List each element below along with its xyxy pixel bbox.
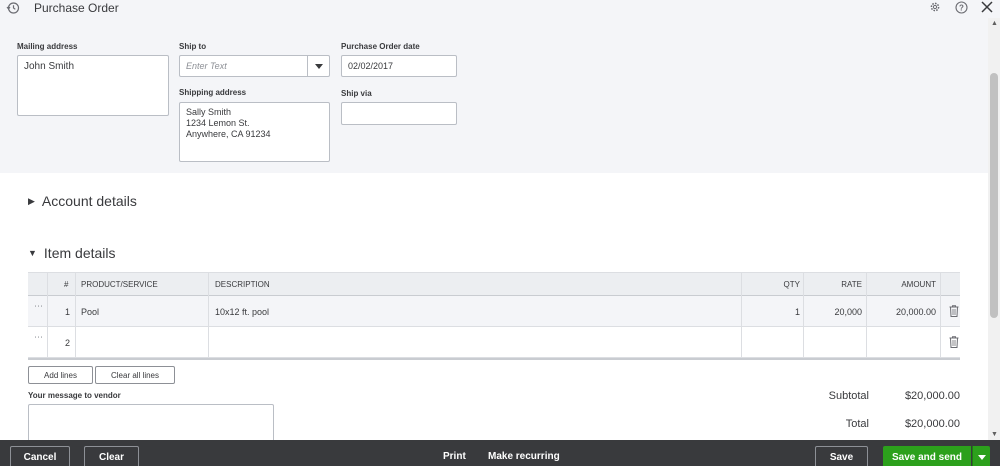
shipping-address-line1: Sally Smith <box>186 107 232 117</box>
triangle-down-icon: ▼ <box>28 248 37 258</box>
row-rate[interactable]: 20,000 <box>834 307 862 317</box>
col-header-amount[interactable]: AMOUNT <box>901 280 936 289</box>
triangle-right-icon: ▶ <box>28 195 35 206</box>
header-form: Mailing address John Smith Ship to Enter… <box>0 18 988 173</box>
trash-icon[interactable] <box>949 305 959 317</box>
cancel-button[interactable]: Cancel <box>10 446 70 466</box>
table-row[interactable]: ⋯ 2 <box>28 327 960 358</box>
shipping-address-line2: 1234 Lemon St. <box>186 118 250 128</box>
ship-via-label: Ship via <box>341 89 372 98</box>
scroll-up-icon[interactable]: ▲ <box>991 20 998 27</box>
scrollbar[interactable]: ▲ ▼ <box>988 18 1000 440</box>
account-details-toggle[interactable]: ▶ Account details <box>28 193 137 209</box>
shipping-address-label: Shipping address <box>179 88 247 97</box>
svg-text:?: ? <box>959 3 964 12</box>
drag-handle-icon[interactable]: ⋯ <box>34 301 43 312</box>
subtotal-value: $20,000.00 <box>904 390 960 402</box>
column-divider <box>741 272 742 359</box>
column-divider <box>208 272 209 359</box>
shipping-address-field[interactable]: Sally Smith 1234 Lemon St. Anywhere, CA … <box>179 102 330 162</box>
drag-handle-icon[interactable]: ⋯ <box>34 332 43 343</box>
message-label: Your message to vendor <box>28 391 121 400</box>
ship-to-placeholder: Enter Text <box>186 61 227 71</box>
column-divider <box>866 272 867 359</box>
mailing-address-field[interactable]: John Smith <box>17 55 169 116</box>
row-description[interactable]: 10x12 ft. pool <box>215 307 269 317</box>
item-details-toggle[interactable]: ▼ Item details <box>28 245 116 261</box>
footer-bar: Cancel Clear Print Make recurring Save S… <box>0 440 1000 466</box>
clear-button[interactable]: Clear <box>84 446 139 466</box>
col-header-qty[interactable]: QTY <box>784 280 800 289</box>
row-amount[interactable]: 20,000.00 <box>896 307 936 317</box>
close-icon[interactable] <box>980 0 994 14</box>
item-details-title: Item details <box>43 245 116 261</box>
row-qty[interactable]: 1 <box>795 307 800 317</box>
save-button[interactable]: Save <box>815 446 868 466</box>
col-header-description[interactable]: DESCRIPTION <box>215 280 270 289</box>
row-num: 1 <box>65 307 71 317</box>
ship-via-field[interactable] <box>341 102 457 125</box>
table-header: # PRODUCT/SERVICE DESCRIPTION QTY RATE A… <box>28 272 960 296</box>
po-date-label: Purchase Order date <box>341 42 420 51</box>
ship-to-select[interactable]: Enter Text <box>179 55 330 77</box>
scroll-down-icon[interactable]: ▼ <box>991 431 998 438</box>
col-header-num: # <box>64 280 69 289</box>
table-bottom-border <box>28 358 960 360</box>
col-header-rate[interactable]: RATE <box>841 280 862 289</box>
scroll-thumb[interactable] <box>990 73 998 318</box>
total-value: $20,000.00 <box>904 418 960 430</box>
add-lines-button[interactable]: Add lines <box>28 366 93 384</box>
column-divider <box>47 272 48 359</box>
chevron-down-icon[interactable] <box>307 56 329 76</box>
row-product[interactable]: Pool <box>81 307 99 317</box>
ship-to-label: Ship to <box>179 42 207 51</box>
mailing-address-value: John Smith <box>24 61 75 72</box>
po-date-field[interactable]: 02/02/2017 <box>341 55 457 77</box>
title-bar: Purchase Order ? <box>0 0 1000 18</box>
column-divider <box>803 272 804 359</box>
page-title: Purchase Order <box>34 1 119 15</box>
row-num: 2 <box>65 338 71 348</box>
gear-icon[interactable] <box>928 0 942 14</box>
print-link[interactable]: Print <box>443 451 466 462</box>
chevron-down-icon[interactable] <box>972 446 990 466</box>
account-details-title: Account details <box>41 193 137 209</box>
total-label: Total <box>845 418 869 430</box>
column-divider <box>75 272 76 359</box>
table-row[interactable]: ⋯ 1 Pool 10x12 ft. pool 1 20,000 20,000.… <box>28 296 960 327</box>
column-divider <box>940 272 941 359</box>
trash-icon[interactable] <box>949 336 959 348</box>
save-and-send-button[interactable]: Save and send <box>883 446 971 466</box>
make-recurring-link[interactable]: Make recurring <box>488 451 560 462</box>
clear-all-lines-button[interactable]: Clear all lines <box>95 366 175 384</box>
mailing-address-label: Mailing address <box>17 42 78 51</box>
po-date-value: 02/02/2017 <box>348 61 394 71</box>
history-icon[interactable] <box>6 1 20 15</box>
help-icon[interactable]: ? <box>954 0 968 14</box>
col-header-product[interactable]: PRODUCT/SERVICE <box>81 280 158 289</box>
message-textarea[interactable] <box>28 404 274 444</box>
subtotal-label: Subtotal <box>828 390 869 402</box>
shipping-address-line3: Anywhere, CA 91234 <box>186 129 271 139</box>
